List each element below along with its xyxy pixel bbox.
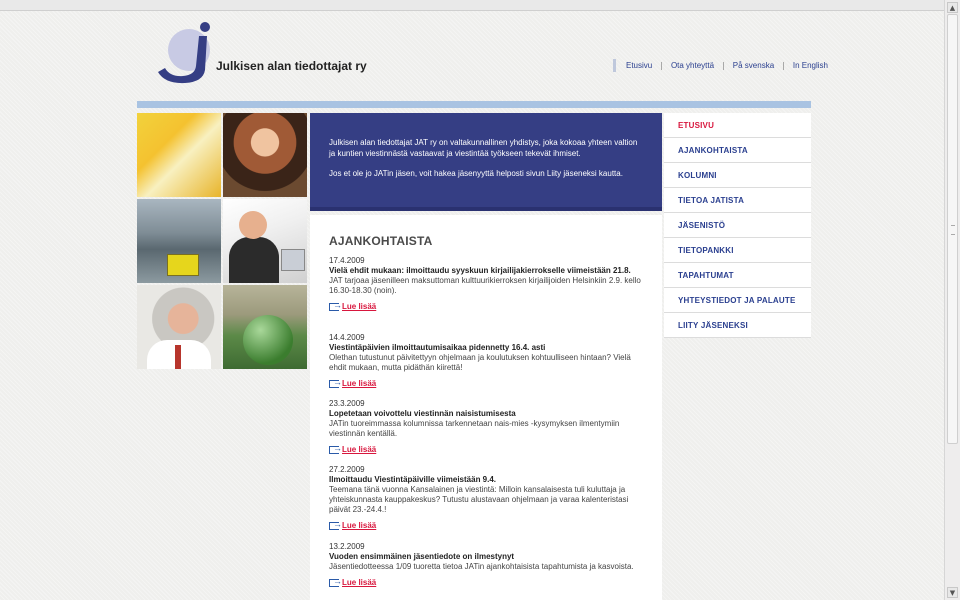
menu-item-tapahtumat[interactable]: TAPAHTUMAT [664, 263, 811, 288]
vertical-scrollbar[interactable]: ▲ ▼ [944, 0, 960, 600]
top-link-swedish[interactable]: På svenska [733, 61, 774, 70]
arrow-link-icon [329, 519, 342, 530]
scrollbar-thumb[interactable] [947, 14, 958, 444]
photo-scientist [137, 285, 221, 369]
arrow-link-icon [329, 300, 342, 311]
news-body: JATin tuoreimmassa kolumnissa tarkenneta… [329, 419, 620, 438]
news-item: 13.2.2009 Vuoden ensimmäinen jäsentiedot… [329, 542, 647, 588]
news-date: 17.4.2009 [329, 256, 365, 265]
computer-screen [281, 249, 305, 271]
news-body: Olethan tutustunut päivitettyyn ohjelmaa… [329, 353, 631, 372]
menu-item-kolumni[interactable]: KOLUMNI [664, 163, 811, 188]
browser-top-edge [0, 0, 945, 11]
read-more-link[interactable]: Lue lisää [342, 379, 376, 389]
arrow-link-icon [329, 443, 342, 454]
person-head [239, 211, 267, 239]
site-logo[interactable] [155, 22, 213, 85]
top-link-etusivu[interactable]: Etusivu [626, 61, 652, 70]
intro-panel: Julkisen alan tiedottajat JAT ry on valt… [310, 113, 662, 211]
news-item: 14.4.2009 Viestintäpäivien ilmoittautumi… [329, 333, 647, 389]
news-body: JAT tarjoaa jäsenilleen maksuttoman kult… [329, 276, 641, 295]
main-menu: ETUSIVU AJANKOHTAISTA KOLUMNI TIETOA JAT… [664, 113, 811, 338]
menu-item-etusivu[interactable]: ETUSIVU [664, 113, 811, 138]
header-divider-bar [137, 101, 811, 108]
news-title[interactable]: Lopetetaan voivottelu viestinnän naisist… [329, 409, 647, 419]
read-more-link[interactable]: Lue lisää [342, 578, 376, 588]
news-item: 23.3.2009 Lopetetaan voivottelu viestinn… [329, 399, 647, 455]
read-more-link[interactable]: Lue lisää [342, 521, 376, 531]
top-link-separator: | [660, 61, 663, 70]
intro-paragraph-1: Julkisen alan tiedottajat JAT ry on valt… [329, 138, 638, 158]
news-section: AJANKOHTAISTA 17.4.2009 Vielä ehdit muka… [310, 215, 662, 600]
recycling-bin [243, 315, 293, 365]
news-title[interactable]: Vielä ehdit mukaan: ilmoittaudu syyskuun… [329, 266, 647, 276]
photo-city-tram [137, 199, 221, 283]
photo-girl-violin [223, 113, 307, 197]
tie-shape [175, 345, 181, 369]
top-link-separator: | [722, 61, 725, 70]
photo-hands-writing [137, 113, 221, 197]
read-more-link[interactable]: Lue lisää [342, 302, 376, 312]
top-link-english[interactable]: In English [793, 61, 828, 70]
news-date: 14.4.2009 [329, 333, 365, 342]
news-date: 23.3.2009 [329, 399, 365, 408]
menu-item-liity-jaseneksi[interactable]: LIITY JÄSENEKSI [664, 313, 811, 338]
menu-item-tietopankki[interactable]: TIETOPANKKI [664, 238, 811, 263]
section-title: AJANKOHTAISTA [329, 234, 433, 248]
menu-item-tietoa-jatista[interactable]: TIETOA JATISTA [664, 188, 811, 213]
photo-collage [137, 113, 307, 370]
news-title[interactable]: Viestintäpäivien ilmoittautumisaikaa pid… [329, 343, 647, 353]
scroll-up-arrow-icon[interactable]: ▲ [947, 2, 958, 13]
arrow-link-icon [329, 377, 342, 388]
news-date: 13.2.2009 [329, 542, 365, 551]
arrow-link-icon [329, 576, 342, 587]
read-more-link[interactable]: Lue lisää [342, 445, 376, 455]
menu-item-yhteystiedot[interactable]: YHTEYSTIEDOT JA PALAUTE [664, 288, 811, 313]
menu-item-ajankohtaista[interactable]: AJANKOHTAISTA [664, 138, 811, 163]
top-navigation: Etusivu | Ota yhteyttä | På svenska | In… [613, 59, 828, 72]
tram-shape [167, 254, 199, 276]
news-date: 27.2.2009 [329, 465, 365, 474]
person-body [229, 237, 279, 283]
logo-dot [200, 22, 210, 32]
news-title[interactable]: Vuoden ensimmäinen jäsentiedote on ilmes… [329, 552, 647, 562]
photo-recycling-bins [223, 285, 307, 369]
news-body: Jäsentiedotteessa 1/09 tuoretta tietoa J… [329, 562, 634, 571]
scroll-down-arrow-icon[interactable]: ▼ [947, 587, 958, 598]
photo-woman-computer [223, 199, 307, 283]
news-item: 27.2.2009 Ilmoittaudu Viestintäpäiville … [329, 465, 647, 531]
news-title[interactable]: Ilmoittaudu Viestintäpäiville viimeistää… [329, 475, 647, 485]
scrollbar-grip-icon [951, 225, 955, 235]
menu-item-jasenisto[interactable]: JÄSENISTÖ [664, 213, 811, 238]
top-link-separator: | [782, 61, 785, 70]
site-name: Julkisen alan tiedottajat ry [216, 59, 367, 73]
top-link-contact[interactable]: Ota yhteyttä [671, 61, 714, 70]
news-body: Teemana tänä vuonna Kansalainen ja viest… [329, 485, 629, 514]
news-item: 17.4.2009 Vielä ehdit mukaan: ilmoittaud… [329, 256, 647, 312]
intro-paragraph-2: Jos et ole jo JATin jäsen, voit hakea jä… [329, 169, 623, 178]
